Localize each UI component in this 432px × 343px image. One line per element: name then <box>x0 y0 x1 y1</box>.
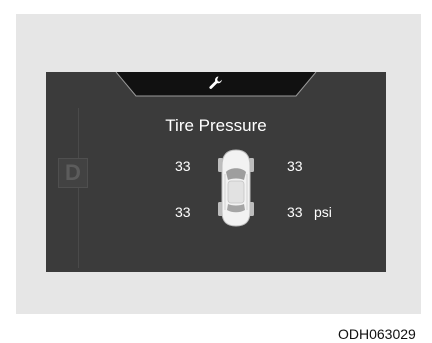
wrench-icon <box>209 76 222 89</box>
figure-code-label: ODH063029 <box>338 326 416 342</box>
tire-rear-right-value: 33 <box>287 204 303 220</box>
tire-front-right-value: 33 <box>287 158 303 174</box>
gear-indicator: D <box>58 158 88 188</box>
pressure-unit-label: psi <box>314 204 332 220</box>
instrument-cluster-display: D Tire Pressure 33 33 33 33 psi <box>46 72 386 272</box>
tire-pressure-title: Tire Pressure <box>165 116 267 135</box>
tire-rear-left-value: 33 <box>175 204 191 220</box>
car-top-view-icon <box>218 149 254 227</box>
tire-front-left-value: 33 <box>175 158 191 174</box>
